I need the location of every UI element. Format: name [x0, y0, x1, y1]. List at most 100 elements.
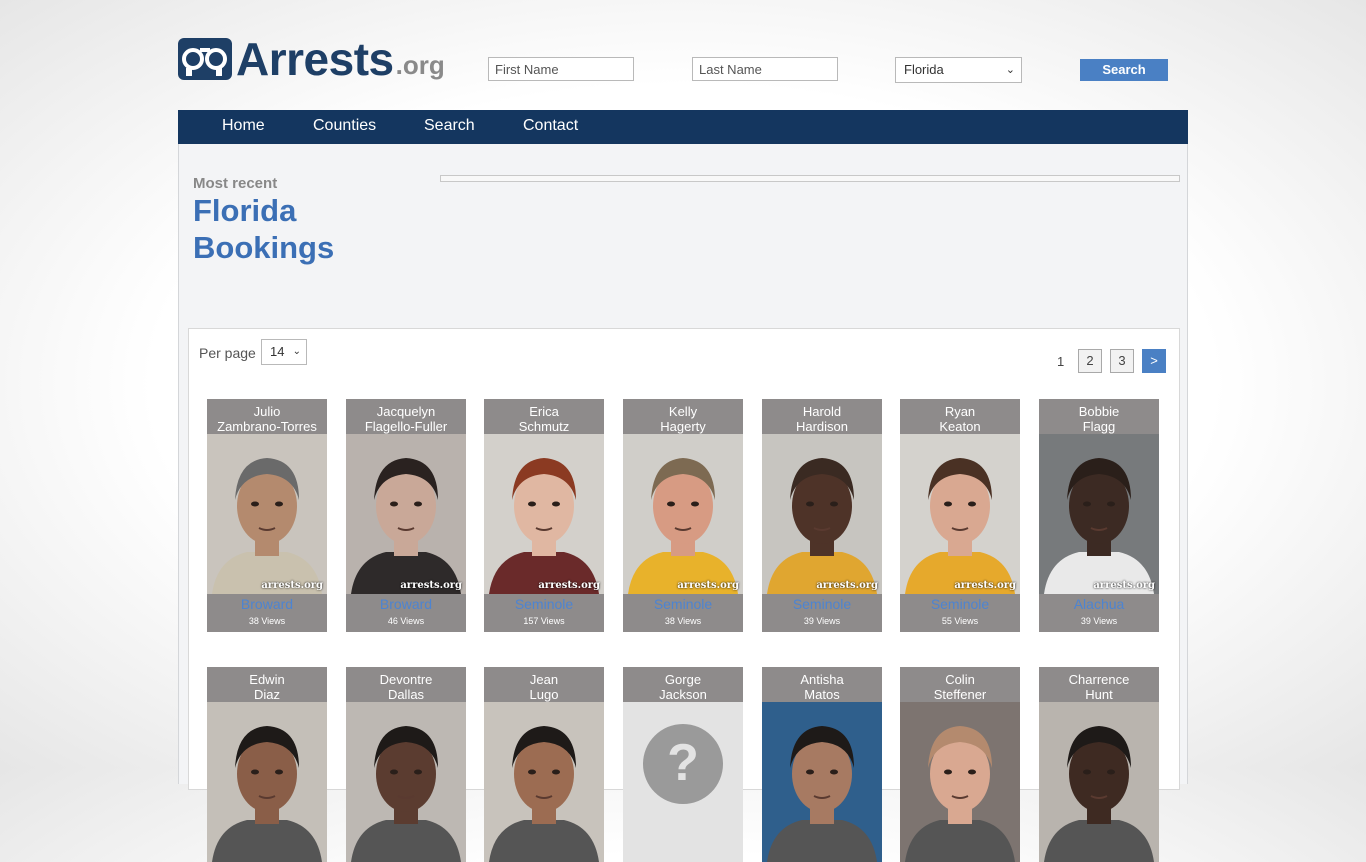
- booking-name[interactable]: Charrence Hunt: [1039, 667, 1159, 702]
- booking-photo[interactable]: arrests.org: [1039, 434, 1159, 594]
- nav-search[interactable]: Search: [424, 110, 475, 142]
- booking-photo[interactable]: arrests.org: [484, 434, 604, 594]
- booking-first-name: Ryan: [944, 404, 976, 419]
- no-photo-icon: ?: [623, 702, 743, 862]
- pagination-page-2[interactable]: 2: [1078, 349, 1102, 373]
- watermark-text: arrests.org: [400, 580, 462, 591]
- booking-card[interactable]: Charrence Hunt: [1039, 667, 1159, 862]
- booking-name[interactable]: Edwin Diaz: [207, 667, 327, 702]
- pagination-page-3[interactable]: 3: [1110, 349, 1134, 373]
- per-page-select[interactable]: 14 ⌄: [261, 339, 307, 365]
- watermark-text: arrests.org: [954, 580, 1016, 591]
- booking-last-name: Keaton: [939, 419, 981, 434]
- booking-photo[interactable]: [900, 702, 1020, 862]
- booking-name[interactable]: Jean Lugo: [484, 667, 604, 702]
- booking-county-link[interactable]: Seminole: [623, 594, 743, 614]
- booking-card[interactable]: Harold Hardison arrests.org Seminole 39 …: [762, 399, 882, 632]
- booking-first-name: Gorge: [664, 672, 702, 687]
- first-name-input[interactable]: [488, 57, 634, 81]
- booking-name[interactable]: Jacquelyn Flagello-Fuller: [346, 399, 466, 434]
- booking-name[interactable]: Harold Hardison: [762, 399, 882, 434]
- ad-placeholder: [440, 175, 1180, 182]
- booking-name[interactable]: Ryan Keaton: [900, 399, 1020, 434]
- nav-counties[interactable]: Counties: [313, 110, 376, 142]
- last-name-input[interactable]: [692, 57, 838, 81]
- booking-name[interactable]: Erica Schmutz: [484, 399, 604, 434]
- booking-card[interactable]: Jean Lugo: [484, 667, 604, 862]
- chevron-down-icon: ⌄: [1005, 64, 1015, 76]
- page-title-line2: Bookings: [193, 230, 335, 265]
- booking-name[interactable]: Colin Steffener: [900, 667, 1020, 702]
- booking-card[interactable]: Erica Schmutz arrests.org Seminole 157 V…: [484, 399, 604, 632]
- booking-card[interactable]: Edwin Diaz: [207, 667, 327, 862]
- booking-photo[interactable]: [484, 702, 604, 862]
- booking-card[interactable]: Gorge Jackson ?: [623, 667, 743, 862]
- booking-views: 55 Views: [941, 616, 979, 626]
- booking-photo[interactable]: arrests.org: [900, 434, 1020, 594]
- mugshot-photo: [484, 702, 604, 862]
- booking-photo[interactable]: arrests.org: [207, 434, 327, 594]
- booking-card[interactable]: Kelly Hagerty arrests.org Seminole 38 Vi…: [623, 399, 743, 632]
- booking-county-link[interactable]: Alachua: [1039, 594, 1159, 614]
- booking-county-link[interactable]: Broward: [346, 594, 466, 614]
- booking-name[interactable]: Julio Zambrano-Torres: [207, 399, 327, 434]
- booking-card[interactable]: Colin Steffener: [900, 667, 1020, 862]
- booking-photo[interactable]: arrests.org: [346, 434, 466, 594]
- booking-name[interactable]: Bobbie Flagg: [1039, 399, 1159, 434]
- booking-last-name: Steffener: [933, 687, 987, 702]
- booking-first-name: Harold: [802, 404, 842, 419]
- per-page-label: Per page: [199, 345, 256, 361]
- booking-name[interactable]: Devontre Dallas: [346, 667, 466, 702]
- state-select[interactable]: Florida ⌄: [895, 57, 1022, 83]
- booking-last-name: Flagello-Fuller: [364, 419, 448, 434]
- booking-county-link[interactable]: Broward: [207, 594, 327, 614]
- booking-photo[interactable]: [207, 702, 327, 862]
- main-nav: Home Counties Search Contact: [178, 110, 1188, 144]
- pagination-current: 1: [1057, 354, 1065, 369]
- booking-name[interactable]: Antisha Matos: [762, 667, 882, 702]
- mugshot-photo: [484, 434, 604, 594]
- booking-last-name: Zambrano-Torres: [217, 419, 317, 434]
- booking-name[interactable]: Kelly Hagerty: [623, 399, 743, 434]
- watermark-text: arrests.org: [677, 580, 739, 591]
- site-logo[interactable]: Arrests .org: [178, 36, 445, 82]
- booking-photo[interactable]: [1039, 702, 1159, 862]
- booking-name[interactable]: Gorge Jackson: [623, 667, 743, 702]
- booking-views: 39 Views: [803, 616, 841, 626]
- watermark-text: arrests.org: [816, 580, 878, 591]
- booking-photo[interactable]: [346, 702, 466, 862]
- watermark-text: arrests.org: [261, 580, 323, 591]
- booking-card[interactable]: Jacquelyn Flagello-Fuller arrests.org Br…: [346, 399, 466, 632]
- booking-county-link[interactable]: Seminole: [900, 594, 1020, 614]
- booking-first-name: Bobbie: [1078, 404, 1120, 419]
- page-title-line1: Florida: [193, 193, 297, 228]
- nav-home[interactable]: Home: [222, 110, 265, 142]
- booking-card[interactable]: Julio Zambrano-Torres arrests.org Browar…: [207, 399, 327, 632]
- booking-first-name: Charrence: [1068, 672, 1130, 687]
- booking-last-name: Matos: [804, 687, 840, 702]
- booking-views: 46 Views: [387, 616, 425, 626]
- booking-card[interactable]: Ryan Keaton arrests.org Seminole 55 View…: [900, 399, 1020, 632]
- nav-contact[interactable]: Contact: [523, 110, 578, 142]
- pagination-next[interactable]: >: [1142, 349, 1166, 373]
- booking-last-name: Flagg: [1082, 419, 1116, 434]
- booking-county-link[interactable]: Seminole: [762, 594, 882, 614]
- page-title: Florida Bookings: [193, 192, 393, 266]
- booking-last-name: Diaz: [253, 687, 280, 702]
- booking-first-name: Kelly: [668, 404, 698, 419]
- search-button[interactable]: Search: [1080, 59, 1168, 81]
- booking-photo[interactable]: arrests.org: [623, 434, 743, 594]
- mugshot-photo: [623, 434, 743, 594]
- booking-county-link[interactable]: Seminole: [484, 594, 604, 614]
- booking-card[interactable]: Antisha Matos: [762, 667, 882, 862]
- booking-photo[interactable]: ?: [623, 702, 743, 862]
- booking-last-name: Hagerty: [660, 419, 706, 434]
- booking-photo[interactable]: arrests.org: [762, 434, 882, 594]
- booking-photo[interactable]: [762, 702, 882, 862]
- content-panel: Most recent Florida Bookings Per page 14…: [178, 144, 1188, 862]
- booking-card[interactable]: Bobbie Flagg arrests.org Alachua 39 View…: [1039, 399, 1159, 632]
- chevron-down-icon: ⌄: [292, 346, 301, 357]
- mugshot-photo: [1039, 434, 1159, 594]
- booking-last-name: Hardison: [795, 419, 849, 434]
- booking-card[interactable]: Devontre Dallas: [346, 667, 466, 862]
